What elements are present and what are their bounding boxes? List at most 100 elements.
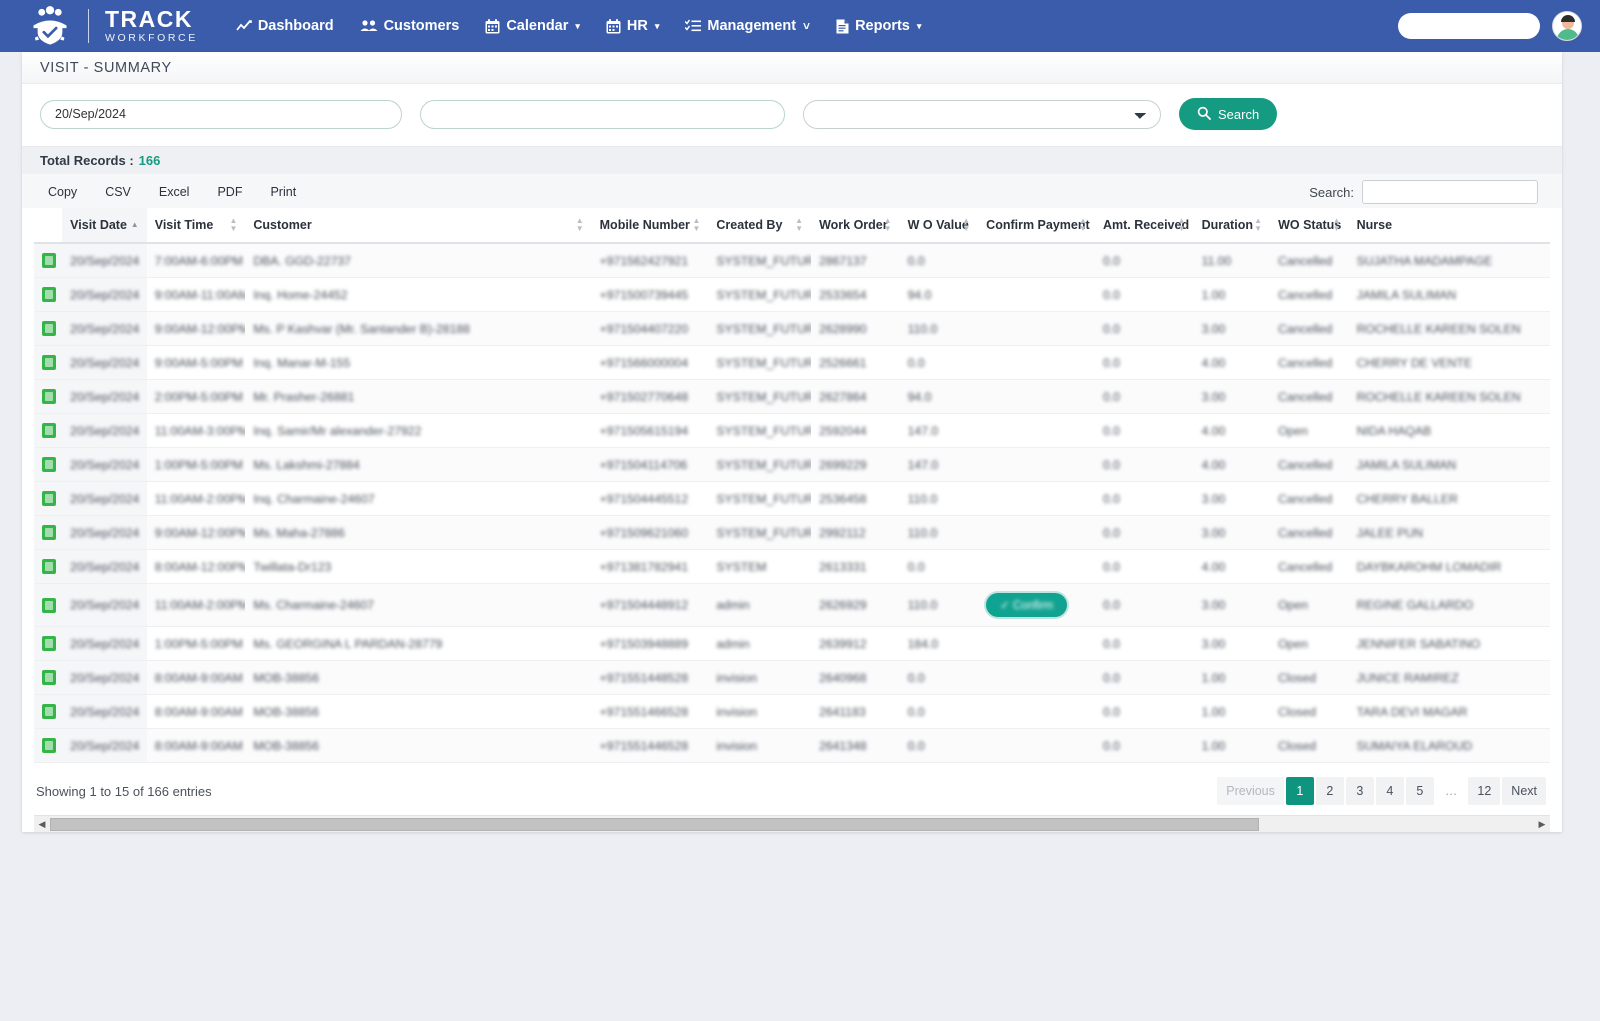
row-document-icon[interactable] xyxy=(34,660,63,695)
document-icon[interactable] xyxy=(42,457,56,472)
print-button[interactable]: Print xyxy=(256,180,310,204)
document-icon[interactable] xyxy=(42,525,56,540)
page-button-3[interactable]: 3 xyxy=(1345,777,1374,805)
row-document-icon[interactable] xyxy=(34,243,63,278)
cell-visit-time-value: 11:00AM-2:00PM xyxy=(154,491,246,506)
document-icon[interactable] xyxy=(42,423,56,438)
column-header-visit-date[interactable]: Visit Date ▲ xyxy=(62,208,147,244)
page-button-previous[interactable]: Previous xyxy=(1217,777,1284,805)
cell-customer: Mr. Prasher-26881 xyxy=(245,379,592,414)
cell-wo-value: 110.0 xyxy=(899,481,979,516)
column-header-visit-time[interactable]: Visit Time ▲ ▼ xyxy=(146,208,246,244)
page-button-12[interactable]: 12 xyxy=(1468,777,1501,805)
column-header-wo-status[interactable]: WO Status ▲ ▼ xyxy=(1270,208,1349,244)
row-document-icon[interactable] xyxy=(34,626,63,661)
cell-confirm-payment xyxy=(978,694,1095,729)
table-row[interactable]: 20/Sep/2024 9:00AM-11:00AM Inq. Home-24452… xyxy=(34,277,1550,312)
table-row[interactable]: 20/Sep/2024 8:00AM-9:00AM MOB-38856 +971551… xyxy=(34,728,1550,763)
column-header-duration[interactable]: Duration ▲ ▼ xyxy=(1193,208,1271,244)
row-document-icon[interactable] xyxy=(34,345,63,380)
cell-confirm-payment[interactable]: ✓ Confirm xyxy=(978,583,1095,627)
table-row[interactable]: 20/Sep/2024 11:00AM-3:00PM Inq. Samir/Mr a… xyxy=(34,413,1550,448)
row-document-icon[interactable] xyxy=(34,728,63,763)
global-search-input[interactable] xyxy=(1408,18,1567,34)
confirm-payment-button[interactable]: ✓ Confirm xyxy=(986,593,1068,617)
page-button-4[interactable]: 4 xyxy=(1375,777,1404,805)
table-row[interactable]: 20/Sep/2024 1:00PM-5:00PM Ms. Lakshmi-2788… xyxy=(34,447,1550,482)
page-button-1[interactable]: 1 xyxy=(1285,777,1314,805)
table-row[interactable]: 20/Sep/2024 8:00AM-9:00AM MOB-38856 +971551… xyxy=(34,660,1550,695)
document-icon[interactable] xyxy=(42,321,56,336)
page-button-next[interactable]: Next xyxy=(1502,777,1546,805)
customer-filter-input[interactable] xyxy=(420,99,785,129)
document-icon[interactable] xyxy=(42,389,56,404)
document-icon[interactable] xyxy=(42,287,56,302)
row-document-icon[interactable] xyxy=(34,447,63,482)
table-row[interactable]: 20/Sep/2024 11:00AM-2:00PM Inq. Charmaine-… xyxy=(34,481,1550,516)
user-avatar[interactable] xyxy=(1552,11,1582,41)
document-icon[interactable] xyxy=(42,636,56,651)
status-filter-select[interactable] xyxy=(803,99,1161,129)
nav-item-calendar[interactable]: Calendar ▾ xyxy=(485,18,580,34)
nav-item-reports[interactable]: Reports ▾ xyxy=(836,18,921,34)
row-document-icon[interactable] xyxy=(34,277,63,312)
horizontal-scrollbar[interactable]: ◀ ▶ xyxy=(34,815,1550,832)
total-records-bar: Total Records : 166 xyxy=(22,146,1562,174)
scrollbar-track[interactable] xyxy=(50,817,1534,832)
cell-amt-received: 0.0 xyxy=(1094,447,1194,482)
nav-item-customers[interactable]: Customers xyxy=(360,18,459,34)
table-row[interactable]: 20/Sep/2024 2:00PM-5:00PM Mr. Prasher-2688… xyxy=(34,379,1550,414)
table-row[interactable]: 20/Sep/2024 9:00AM-5:00PM Inq. Manar-M-155… xyxy=(34,345,1550,380)
datatable-search-input[interactable] xyxy=(1362,180,1538,204)
table-header-row: Visit Date ▲ Visit Time ▲ ▼ Customer ▲ ▼ Mobile … xyxy=(34,208,1550,244)
scroll-right-arrow[interactable]: ▶ xyxy=(1534,819,1550,830)
pdf-button[interactable]: PDF xyxy=(203,180,256,204)
row-document-icon[interactable] xyxy=(34,549,63,584)
column-header-mobile-number[interactable]: Mobile Number ▲ ▼ xyxy=(591,208,709,244)
table-row[interactable]: 20/Sep/2024 7:00AM-6:00PM DBA. GGD-22737 +9… xyxy=(34,243,1550,278)
column-header-created-by[interactable]: Created By ▲ ▼ xyxy=(708,208,812,244)
nav-item-hr[interactable]: HR ▾ xyxy=(606,18,659,34)
global-search[interactable] xyxy=(1398,13,1581,39)
cell-customer: Ms. Lakshmi-27884 xyxy=(245,447,592,482)
nav-item-dashboard[interactable]: Dashboard xyxy=(236,18,334,34)
nav-item-management[interactable]: Management ˅ xyxy=(685,18,810,34)
document-icon[interactable] xyxy=(42,491,56,506)
document-icon[interactable] xyxy=(42,597,56,613)
scrollbar-thumb[interactable] xyxy=(50,817,1260,831)
row-document-icon[interactable] xyxy=(34,583,63,627)
copy-button[interactable]: Copy xyxy=(34,180,91,204)
document-icon[interactable] xyxy=(42,253,56,268)
table-row[interactable]: 20/Sep/2024 1:00PM-5:00PM Ms. GEORGINA L P… xyxy=(34,626,1550,661)
column-header-confirm-payment[interactable]: Confirm Payment ▲ ▼ xyxy=(978,208,1095,244)
table-row[interactable]: 20/Sep/2024 11:00AM-2:00PM Ms. Charmaine-2… xyxy=(34,583,1550,627)
row-document-icon[interactable] xyxy=(34,311,63,346)
page-button-5[interactable]: 5 xyxy=(1405,777,1434,805)
page-button-2[interactable]: 2 xyxy=(1315,777,1344,805)
document-icon[interactable] xyxy=(42,738,56,753)
column-header-w-o-value[interactable]: W O Value ▲ ▼ xyxy=(899,208,979,244)
column-header-work-order[interactable]: Work Order ▲ ▼ xyxy=(811,208,900,244)
cell-customer: MOB-38856 xyxy=(245,694,592,729)
excel-button[interactable]: Excel xyxy=(145,180,204,204)
scroll-left-arrow[interactable]: ◀ xyxy=(34,819,50,830)
row-document-icon[interactable] xyxy=(34,413,63,448)
row-document-icon[interactable] xyxy=(34,694,63,729)
search-button[interactable]: Search xyxy=(1179,98,1278,130)
row-document-icon[interactable] xyxy=(34,515,63,550)
visit-date-input[interactable] xyxy=(40,99,402,129)
document-icon[interactable] xyxy=(42,355,56,370)
document-icon[interactable] xyxy=(42,559,56,574)
table-row[interactable]: 20/Sep/2024 8:00AM-12:00PM Twillata-Dr123 +… xyxy=(34,549,1550,584)
document-icon[interactable] xyxy=(42,704,56,719)
table-row[interactable]: 20/Sep/2024 8:00AM-9:00AM MOB-38856 +971551… xyxy=(34,694,1550,729)
column-header-customer[interactable]: Customer ▲ ▼ xyxy=(245,208,592,244)
row-document-icon[interactable] xyxy=(34,379,63,414)
brand-logo-area[interactable]: TRACK WORKFORCE xyxy=(28,6,198,46)
csv-button[interactable]: CSV xyxy=(91,180,145,204)
document-icon[interactable] xyxy=(42,670,56,685)
table-row[interactable]: 20/Sep/2024 9:00AM-12:00PM Ms. P Kashvar (… xyxy=(34,311,1550,346)
table-row[interactable]: 20/Sep/2024 9:00AM-12:00PM Ms. Maha-27886 +… xyxy=(34,515,1550,550)
row-document-icon[interactable] xyxy=(34,481,63,516)
column-header-amt-received[interactable]: Amt. Received ▲ ▼ xyxy=(1094,208,1194,244)
